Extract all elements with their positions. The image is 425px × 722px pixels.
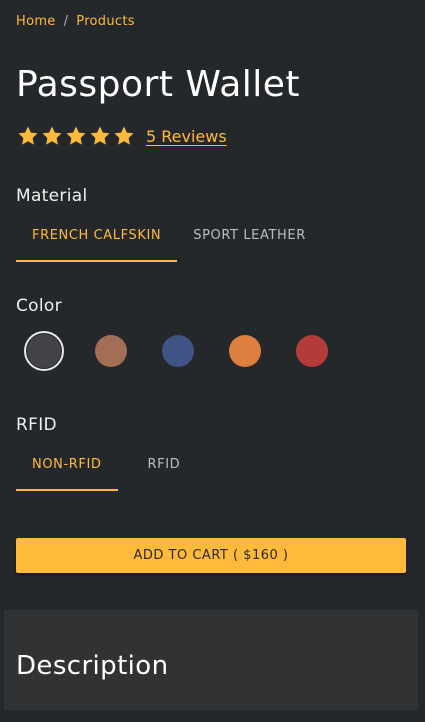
color-swatch-red[interactable] <box>292 331 332 371</box>
color-swatch-blue[interactable] <box>158 331 198 371</box>
swatch-fill <box>229 335 261 367</box>
breadcrumb: Home / Products <box>16 14 135 29</box>
color-swatches <box>24 331 332 371</box>
rfid-option-non-rfid[interactable]: NON-RFID <box>16 446 118 491</box>
description-section: Description <box>4 610 418 710</box>
swatch-fill <box>27 334 61 368</box>
breadcrumb-products-link[interactable]: Products <box>76 14 135 29</box>
color-swatch-orange[interactable] <box>225 331 265 371</box>
swatch-fill <box>95 335 127 367</box>
material-tabs: FRENCH CALFSKIN SPORT LEATHER <box>16 217 322 262</box>
rating-stars <box>16 124 136 148</box>
swatch-fill <box>296 335 328 367</box>
description-heading: Description <box>16 651 169 681</box>
star-icon <box>90 126 110 145</box>
material-option-french-calfskin[interactable]: FRENCH CALFSKIN <box>16 217 178 262</box>
product-page: Home / Products Passport Wallet 5 Review… <box>0 0 425 722</box>
swatch-fill <box>162 335 194 367</box>
color-swatch-brown[interactable] <box>91 331 131 371</box>
star-icon <box>18 126 38 145</box>
rfid-option-rfid[interactable]: RFID <box>118 446 197 482</box>
page-title: Passport Wallet <box>16 64 301 105</box>
rfid-label: RFID <box>16 415 57 435</box>
breadcrumb-home-link[interactable]: Home <box>16 14 56 29</box>
add-to-cart-button[interactable]: ADD TO CART ( $160 ) <box>16 538 406 573</box>
color-label: Color <box>16 296 62 316</box>
breadcrumb-separator: / <box>63 14 69 29</box>
color-swatch-charcoal[interactable] <box>24 331 64 371</box>
material-option-sport-leather[interactable]: SPORT LEATHER <box>177 217 322 253</box>
rfid-tabs: NON-RFID RFID <box>16 446 197 491</box>
reviews-link[interactable]: 5 Reviews <box>146 127 227 146</box>
star-icon <box>66 126 86 145</box>
star-icon <box>114 126 134 145</box>
product-rating: 5 Reviews <box>16 124 227 148</box>
material-label: Material <box>16 186 88 206</box>
star-icon <box>42 126 62 145</box>
